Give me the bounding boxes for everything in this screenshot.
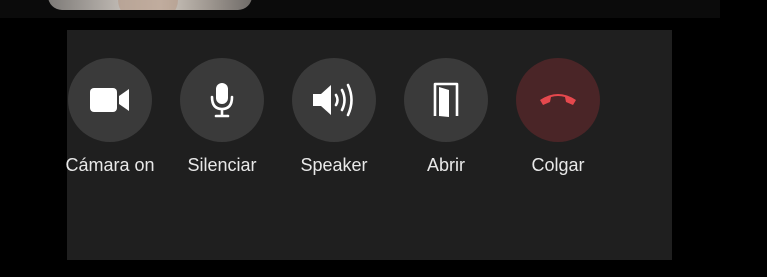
mute-button-label: Silenciar	[187, 155, 257, 175]
camera-toggle-button[interactable]: Cámara on	[50, 58, 170, 176]
speaker-button-label: Speaker	[300, 155, 368, 175]
mute-button[interactable]: Silenciar	[162, 58, 282, 176]
hangup-button[interactable]: Colgar	[498, 58, 618, 176]
hangup-button-circle[interactable]	[516, 58, 600, 142]
open-door-button-circle[interactable]	[404, 58, 488, 142]
video-call-screen: Cámara on Silenciar Speaker Abrir Colgar	[0, 0, 767, 277]
camera-button-label: Cámara on	[65, 155, 155, 175]
camera-button-circle[interactable]	[68, 58, 152, 142]
open-door-button-label: Abrir	[426, 155, 465, 175]
call-controls-row: Cámara on Silenciar Speaker Abrir Colgar	[65, 58, 672, 188]
call-controls-panel: Cámara on Silenciar Speaker Abrir Colgar	[65, 30, 672, 260]
mute-button-circle[interactable]	[180, 58, 264, 142]
hangup-button-label: Colgar	[531, 155, 585, 175]
open-door-icon	[432, 82, 460, 118]
phone-hangup-icon	[538, 90, 578, 110]
speaker-button-circle[interactable]	[292, 58, 376, 142]
speaker-button[interactable]: Speaker	[274, 58, 394, 176]
speaker-volume-icon	[311, 83, 357, 117]
microphone-icon	[209, 82, 235, 118]
video-camera-icon	[90, 87, 130, 113]
open-door-button[interactable]: Abrir	[386, 58, 506, 176]
remote-video-preview[interactable]	[48, 0, 252, 10]
